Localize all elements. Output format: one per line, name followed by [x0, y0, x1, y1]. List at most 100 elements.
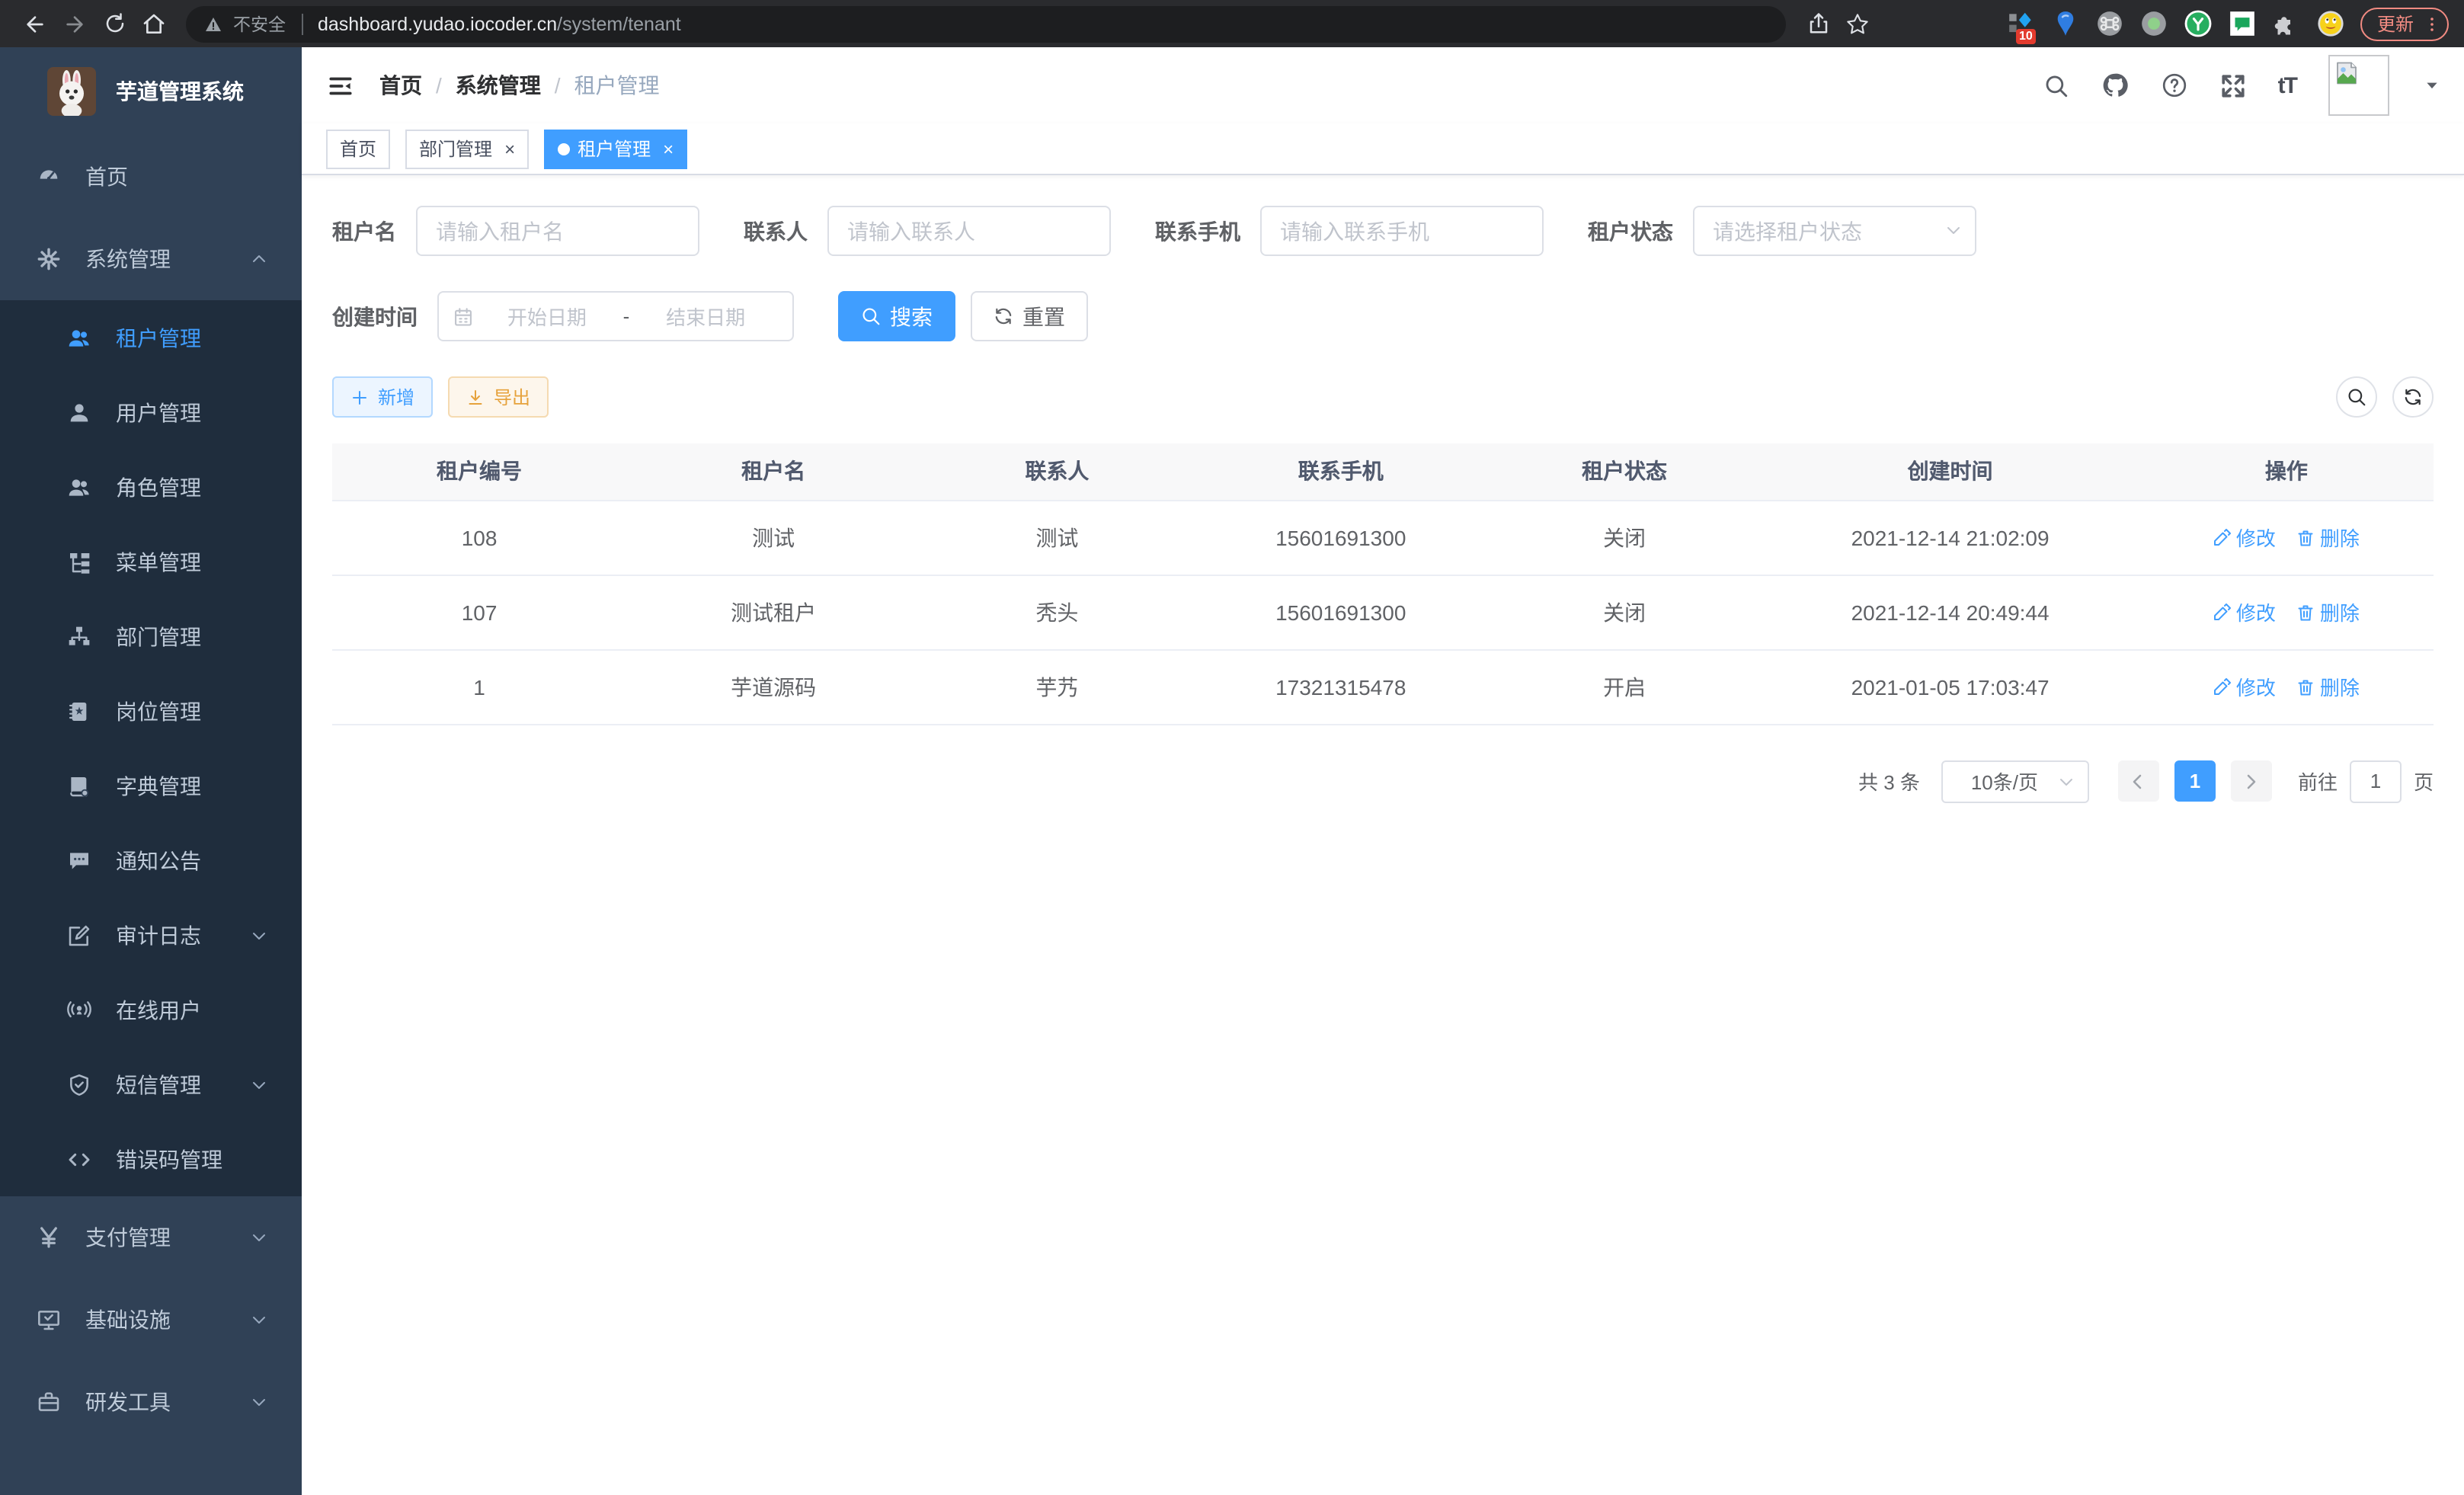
- search-icon: [2347, 387, 2366, 407]
- blue-pin-icon[interactable]: [2051, 9, 2080, 38]
- collapse-sidebar-button[interactable]: [326, 71, 355, 100]
- sidebar-item-1[interactable]: 系统管理: [0, 218, 302, 300]
- sidebar-logo[interactable]: 芋道管理系统: [0, 47, 302, 136]
- refresh-icon: [994, 306, 1013, 326]
- mobile-input[interactable]: [1260, 206, 1544, 256]
- create-time-range-picker[interactable]: 开始日期 - 结束日期: [437, 291, 794, 341]
- font-size-button[interactable]: tT: [2278, 72, 2296, 98]
- sidebar-item-2[interactable]: 租户管理: [0, 300, 302, 375]
- y-circle-icon[interactable]: [2184, 9, 2213, 38]
- sidebar-item-4[interactable]: 角色管理: [0, 450, 302, 524]
- sidebar-item-3[interactable]: 用户管理: [0, 375, 302, 450]
- close-icon[interactable]: ×: [663, 139, 674, 158]
- sidebar-item-0[interactable]: 首页: [0, 136, 302, 218]
- goto-page-input[interactable]: [2350, 760, 2402, 802]
- cell-id: 1: [332, 649, 626, 724]
- sidebar-item-5[interactable]: 菜单管理: [0, 524, 302, 599]
- sidebar-item-6[interactable]: 部门管理: [0, 599, 302, 674]
- sidebar-item-label: 短信管理: [116, 1069, 201, 1100]
- edit-button[interactable]: 修改: [2213, 523, 2276, 552]
- kebab-menu-icon[interactable]: [2423, 14, 2441, 33]
- breadcrumb-item-0[interactable]: 首页: [379, 70, 422, 101]
- sidebar-item-16[interactable]: 研发工具: [0, 1361, 302, 1443]
- fullscreen-button[interactable]: [2220, 72, 2246, 98]
- trash-icon: [2297, 528, 2315, 546]
- sidebar-item-label: 部门管理: [116, 621, 201, 651]
- browser-home-button[interactable]: [134, 4, 174, 43]
- add-button[interactable]: 新增: [332, 376, 433, 418]
- sidebar-item-12[interactable]: 短信管理: [0, 1047, 302, 1122]
- tenant-table: 租户编号租户名联系人联系手机租户状态创建时间操作 108测试测试15601691…: [332, 443, 2434, 725]
- header-search-button[interactable]: [2043, 72, 2069, 98]
- status-select-input[interactable]: [1693, 206, 1976, 256]
- sidebar-item-13[interactable]: 错误码管理: [0, 1122, 302, 1196]
- page-size-select[interactable]: 10条/页: [1941, 760, 2089, 802]
- browser-forward-button[interactable]: [55, 4, 94, 43]
- command-icon[interactable]: [2095, 9, 2124, 38]
- next-page-button[interactable]: [2231, 760, 2272, 802]
- edit-button[interactable]: 修改: [2213, 597, 2276, 626]
- bookmark-button[interactable]: [1838, 4, 1877, 43]
- delete-button[interactable]: 删除: [2297, 597, 2360, 626]
- book-icon: [67, 773, 91, 798]
- user-avatar[interactable]: [2328, 55, 2389, 116]
- green-dot-icon[interactable]: [2139, 9, 2168, 38]
- broken-image-icon: [2333, 59, 2360, 87]
- contact-input[interactable]: [827, 206, 1111, 256]
- address-bar[interactable]: 不安全 dashboard.yudao.iocoder.cn/system/te…: [186, 5, 1786, 42]
- close-icon[interactable]: ×: [504, 139, 515, 158]
- reset-button[interactable]: 重置: [971, 291, 1088, 341]
- cell-id: 107: [332, 575, 626, 649]
- tab-0[interactable]: 首页: [326, 129, 390, 168]
- tags-bar: 首页部门管理× 租户管理×: [302, 123, 2464, 175]
- sidebar-item-label: 岗位管理: [116, 696, 201, 726]
- code-icon: [67, 1147, 91, 1171]
- prev-page-button[interactable]: [2118, 760, 2159, 802]
- sidebar-item-9[interactable]: 通知公告: [0, 823, 302, 898]
- edit-button[interactable]: 修改: [2213, 672, 2276, 701]
- refresh-table-button[interactable]: [2392, 376, 2434, 418]
- browser-reload-button[interactable]: [94, 4, 134, 43]
- search-button[interactable]: 搜索: [838, 291, 955, 341]
- cell-contact: 测试: [920, 500, 1194, 575]
- status-select[interactable]: [1693, 206, 1976, 256]
- delete-button[interactable]: 删除: [2297, 523, 2360, 552]
- share-button[interactable]: [1798, 4, 1838, 43]
- delete-button[interactable]: 删除: [2297, 672, 2360, 701]
- sidebar-item-label: 租户管理: [116, 322, 201, 353]
- sidebar-item-14[interactable]: 支付管理: [0, 1196, 302, 1279]
- tenant-name-input[interactable]: [416, 206, 699, 256]
- start-date-placeholder: 开始日期: [474, 302, 620, 331]
- breadcrumb-item-1[interactable]: 系统管理: [456, 70, 541, 101]
- toggle-search-button[interactable]: [2336, 376, 2377, 418]
- table-toolbar: 新增 导出: [332, 376, 2434, 418]
- chat-ext-icon[interactable]: [2228, 9, 2257, 38]
- sidebar-item-8[interactable]: 字典管理: [0, 748, 302, 823]
- emoji-icon[interactable]: [2316, 9, 2345, 38]
- logo-image: [47, 67, 96, 116]
- cell-status: 开启: [1488, 649, 1762, 724]
- browser-back-button[interactable]: [15, 4, 55, 43]
- sidebar-item-label: 错误码管理: [116, 1144, 222, 1174]
- chevron-down-icon: [250, 1075, 268, 1093]
- dashboard-icon: [37, 165, 61, 189]
- help-button[interactable]: [2161, 72, 2188, 99]
- sidebar-item-11[interactable]: 在线用户: [0, 972, 302, 1047]
- table-row-1: 107测试租户秃头15601691300关闭2021-12-14 20:49:4…: [332, 575, 2434, 649]
- tab-1[interactable]: 部门管理×: [405, 129, 529, 168]
- export-button[interactable]: 导出: [448, 376, 549, 418]
- user-menu-caret-icon[interactable]: [2424, 78, 2440, 93]
- sidebar-item-7[interactable]: 岗位管理: [0, 674, 302, 748]
- url-text: dashboard.yudao.iocoder.cn/system/tenant: [318, 13, 681, 34]
- sidebar-item-15[interactable]: 基础设施: [0, 1279, 302, 1361]
- browser-update-button[interactable]: 更新: [2360, 7, 2449, 40]
- puzzle-icon[interactable]: [2272, 9, 2301, 38]
- sidebar-item-10[interactable]: 审计日志: [0, 898, 302, 972]
- github-button[interactable]: [2101, 72, 2129, 99]
- arrow-left-icon: [2130, 772, 2148, 790]
- blue-diamond-icon[interactable]: 10: [2007, 9, 2036, 38]
- chevron-down-icon: [250, 1311, 268, 1329]
- tab-2[interactable]: 租户管理×: [544, 129, 687, 168]
- badge-icon: [67, 699, 91, 723]
- page-number-1[interactable]: 1: [2174, 760, 2216, 802]
